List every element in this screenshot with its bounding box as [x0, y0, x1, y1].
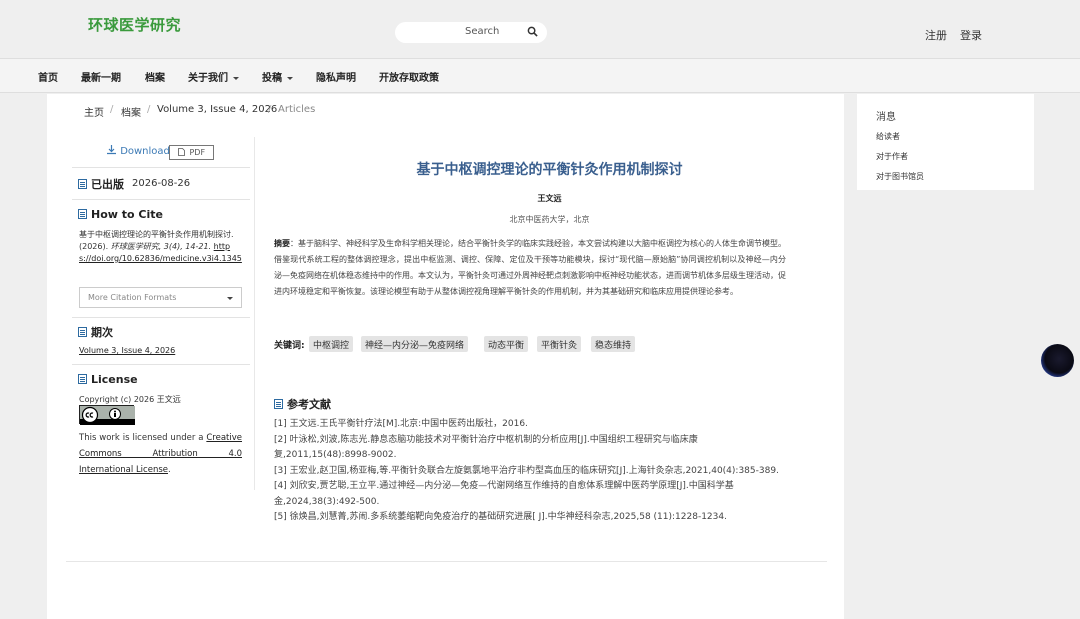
- top-header: 环球医学研究 Search 注册 登录: [0, 0, 1080, 58]
- search-label[interactable]: Search: [465, 26, 499, 37]
- issue-heading: 期次: [78, 324, 113, 340]
- reference-item: [2] 叶泳松,刘波,陈志光.静息态脑功能技术对平衡针治疗中枢机制的分析应用[J…: [274, 434, 698, 461]
- cite-heading: How to Cite: [78, 208, 163, 221]
- breadcrumb-separator: /: [110, 104, 114, 115]
- cc-by-icon: [80, 406, 135, 425]
- bookmark-icon: [274, 399, 283, 409]
- breadcrumb-archive[interactable]: 档案: [121, 104, 141, 119]
- published-heading: 已出版: [78, 176, 124, 192]
- breadcrumb-separator: /: [147, 104, 151, 115]
- breadcrumb-issue[interactable]: Volume 3, Issue 4, 2026: [157, 104, 277, 115]
- reference-item: [4] 刘欣安,贾艺聪,王立平.通过神经—内分泌—免疫—代谢网络互作维持的自愈体…: [274, 481, 734, 507]
- issue-icon: [78, 327, 87, 337]
- login-link[interactable]: 登录: [960, 27, 982, 43]
- news-title: 消息: [876, 112, 896, 123]
- nav-about[interactable]: 关于我们: [188, 69, 239, 84]
- link-for-readers[interactable]: 给读者: [876, 131, 900, 142]
- link-for-librarians[interactable]: 对于图书馆员: [876, 171, 924, 182]
- chevron-down-icon: [227, 297, 233, 300]
- breadcrumb-home[interactable]: 主页: [84, 104, 104, 119]
- license-statement: This work is licensed under a Creative C…: [79, 430, 242, 478]
- citation-format-select[interactable]: More Citation Formats: [79, 287, 242, 308]
- license-suffix: .: [168, 465, 171, 475]
- divider: [72, 199, 250, 200]
- divider: [66, 561, 827, 562]
- nav-home[interactable]: 首页: [38, 69, 58, 84]
- divider: [72, 167, 250, 168]
- keyword-tag[interactable]: 神经—内分泌—免疫网络: [361, 336, 469, 352]
- citation-journal: 环球医学研究: [110, 242, 159, 251]
- license-icon: [78, 374, 87, 384]
- chevron-down-icon: [233, 76, 239, 80]
- reference-item: [3] 王宏业,赵卫国,杨亚梅,等.平衡针灸联合左旋氨氯地平治疗非杓型高血压的临…: [274, 465, 779, 476]
- floating-assistant-button[interactable]: [1041, 344, 1074, 377]
- download-icon: [107, 145, 116, 155]
- references-label: 参考文献: [287, 398, 331, 411]
- abstract-text: ：基于脑科学、神经科学及生命科学相关理论，结合平衡针灸学的临床实践经验，本文尝试…: [274, 239, 786, 296]
- main-nav: 首页 最新一期 档案 关于我们 投稿 隐私声明 开放存取政策: [0, 58, 1080, 93]
- issue-link[interactable]: Volume 3, Issue 4, 2026: [79, 346, 175, 355]
- download-link[interactable]: Download: [106, 145, 170, 157]
- nav-submit[interactable]: 投稿: [262, 69, 293, 84]
- article-affiliation: 北京中医药大学，北京: [509, 215, 590, 224]
- published-label: 已出版: [91, 178, 124, 191]
- abstract-label: 摘要: [274, 239, 290, 248]
- keyword-tag[interactable]: 稳态维持: [591, 336, 636, 352]
- license-prefix: This work is licensed under a: [79, 433, 207, 443]
- article-title: 基于中枢调控理论的平衡针灸作用机制探讨: [416, 162, 683, 178]
- nav-open-access[interactable]: 开放存取政策: [379, 69, 439, 84]
- nav-submit-label: 投稿: [262, 73, 282, 84]
- license-label: License: [91, 373, 138, 386]
- reference-item: [1] 王文远.王氏平衡针疗法[M].北京:中国中医药出版社，2016.: [274, 419, 528, 429]
- download-label: Download: [120, 146, 170, 157]
- chevron-down-icon: [287, 76, 293, 80]
- divider: [72, 317, 250, 318]
- search-box[interactable]: Search: [395, 22, 547, 43]
- cite-label: How to Cite: [91, 208, 163, 221]
- breadcrumb-current: Articles: [278, 104, 316, 115]
- license-heading: License: [78, 373, 138, 386]
- nav-about-label: 关于我们: [188, 73, 228, 84]
- citation-icon: [78, 209, 87, 219]
- breadcrumb-separator: /: [268, 104, 272, 115]
- keyword-tag[interactable]: 平衡针灸: [537, 336, 582, 352]
- nav-current-issue[interactable]: 最新一期: [81, 69, 121, 84]
- article-author: 王文远: [537, 194, 562, 203]
- pdf-label: PDF: [189, 148, 206, 157]
- citation-volume: , 3(4), 14-21.: [158, 242, 212, 251]
- keyword-tag[interactable]: 中枢调控: [309, 336, 354, 352]
- register-link[interactable]: 注册: [925, 27, 947, 43]
- reference-item: [5] 徐焕昌,刘慧菁,苏闹.多系统萎缩靶向免疫治疗的基础研究进展[ J].中华…: [274, 512, 727, 522]
- divider: [72, 364, 250, 365]
- pdf-button[interactable]: PDF: [169, 145, 214, 160]
- citation-format-label: More Citation Formats: [88, 293, 177, 302]
- article-abstract: 摘要：基于脑科学、神经科学及生命科学相关理论，结合平衡针灸学的临床实践经验，本文…: [274, 236, 786, 300]
- calendar-icon: [78, 179, 87, 189]
- nav-archive[interactable]: 档案: [145, 69, 165, 84]
- citation-text: 基于中枢调控理论的平衡针灸作用机制探讨. (2026). 环球医学研究, 3(4…: [79, 229, 242, 265]
- references-heading: 参考文献: [274, 396, 331, 412]
- license-copyright: Copyright (c) 2026 王文远: [79, 395, 181, 404]
- link-for-authors[interactable]: 对于作者: [876, 151, 908, 162]
- nav-privacy[interactable]: 隐私声明: [316, 69, 356, 84]
- references-list: [1] 王文远.王氏平衡针疗法[M].北京:中国中医药出版社，2016. [2]…: [274, 417, 788, 526]
- cc-by-badge[interactable]: [79, 405, 135, 425]
- keyword-tag[interactable]: 动态平衡: [484, 336, 529, 352]
- keywords-label: 关键词:: [274, 341, 305, 351]
- site-logo[interactable]: 环球医学研究: [88, 14, 181, 35]
- issue-label: 期次: [91, 326, 113, 339]
- file-icon: [178, 148, 185, 156]
- published-date: 2026-08-26: [132, 178, 191, 189]
- search-icon[interactable]: [527, 26, 538, 37]
